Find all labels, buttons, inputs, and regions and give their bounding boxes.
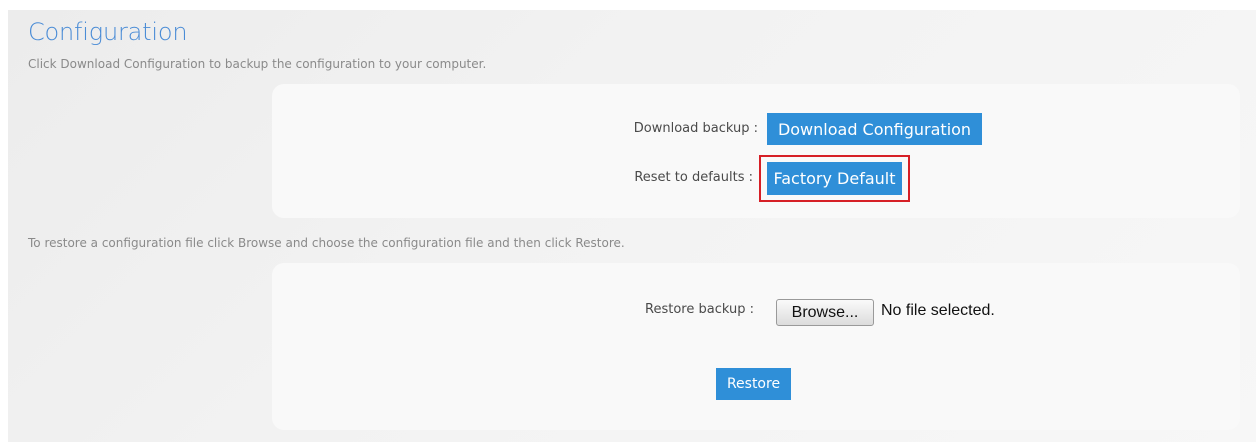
restore-button[interactable]: Restore (716, 368, 791, 400)
restore-description: To restore a configuration file click Br… (28, 236, 625, 250)
restore-backup-label: Restore backup : (645, 302, 754, 317)
page-title: Configuration (28, 18, 188, 46)
reset-defaults-label: Reset to defaults : (634, 170, 753, 185)
restore-card (272, 263, 1240, 430)
factory-default-button[interactable]: Factory Default (767, 162, 902, 195)
browse-button[interactable]: Browse... (776, 299, 874, 326)
download-configuration-button[interactable]: Download Configuration (767, 113, 982, 145)
cropped-header (0, 0, 80, 10)
file-status-text: No file selected. (881, 302, 995, 319)
page: Configuration Click Download Configurati… (0, 0, 1256, 442)
download-backup-label: Download backup : (633, 121, 758, 136)
page-description: Click Download Configuration to backup t… (28, 57, 487, 71)
backup-card (272, 84, 1240, 218)
